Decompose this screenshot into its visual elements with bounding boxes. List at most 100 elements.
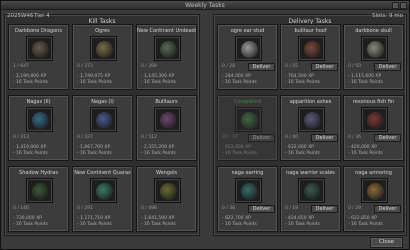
dragon-icon bbox=[32, 41, 49, 58]
task-progress: 0 / 291 bbox=[77, 206, 93, 211]
task-name: New Continent Quaras bbox=[74, 170, 131, 176]
task-xp: - 822,700 XP bbox=[222, 216, 251, 221]
delivery-task-card[interactable]: resonous fish fin 0 / 36 Deliver - 420,000 … bbox=[343, 95, 404, 161]
task-xp: - 2,355,200 XP bbox=[141, 145, 175, 150]
task-xp: - 1,145,300 XP bbox=[141, 74, 175, 79]
kill-task-card[interactable]: Bulltaurs 0 / 512 - 2,355,200 XP - 16 Task … bbox=[136, 95, 197, 161]
task-progress: 0 / 38 bbox=[222, 206, 235, 211]
task-progress: 0 / 40 bbox=[285, 135, 298, 140]
task-xp: - 420,000 XP bbox=[348, 145, 377, 150]
kill-task-card[interactable]: Darkbone Dragons 1 / 647 - 2,199,800 XP - 1… bbox=[8, 24, 69, 90]
task-name: naga earring bbox=[231, 170, 264, 176]
task-name: darkbone skull bbox=[355, 28, 392, 34]
deliver-button[interactable]: Deliver bbox=[311, 63, 338, 71]
task-image bbox=[26, 178, 53, 203]
task-points: - 16 Task Points bbox=[348, 151, 383, 156]
task-image bbox=[361, 36, 388, 61]
task-points: - 16 Task Points bbox=[13, 151, 48, 156]
task-xp: - 622,850 XP bbox=[348, 216, 377, 221]
ashes-icon bbox=[304, 112, 321, 129]
ring-icon bbox=[241, 41, 258, 58]
task-progress: 0 / 36 bbox=[348, 135, 361, 140]
delivery-task-card[interactable]: darkbone skull 0 / 50 Deliver - 1,115,600 X… bbox=[343, 24, 404, 90]
gem-icon bbox=[241, 112, 258, 129]
task-image bbox=[235, 36, 262, 61]
hoof-icon bbox=[304, 41, 321, 58]
deliver-button[interactable]: Deliver bbox=[374, 134, 401, 142]
kill-task-card[interactable]: Nagas (I) 0 / 327 - 1,667,700 XP - 16 Task … bbox=[72, 95, 133, 161]
task-image bbox=[154, 36, 181, 61]
delivery-task-card[interactable]: apparition ashes 0 / 40 Deliver - 632,000 X… bbox=[280, 95, 341, 161]
task-image bbox=[154, 107, 181, 132]
task-xp: - 1,115,600 XP bbox=[348, 74, 382, 79]
deliver-button[interactable]: Deliver bbox=[248, 63, 275, 71]
task-progress: 0 / 313 bbox=[13, 135, 29, 140]
window-title: Weekly Tasks bbox=[185, 2, 225, 9]
task-points: - 16 Task Points bbox=[285, 151, 320, 156]
wengol-icon bbox=[160, 183, 177, 200]
task-xp: - 1,749,975 XP bbox=[77, 74, 111, 79]
task-points: - 16 Task Points bbox=[141, 80, 176, 85]
bulltaur-icon bbox=[160, 112, 177, 129]
task-points: - 16 Task Points bbox=[141, 151, 176, 156]
earring-icon bbox=[241, 183, 258, 200]
close-button[interactable]: Close bbox=[370, 237, 403, 248]
task-points: - 16 Task Points bbox=[285, 222, 320, 227]
close-icon[interactable] bbox=[400, 2, 407, 9]
kill-task-card[interactable]: Shadow Hydras 0 / 146 - 730,000 XP - 16 Tas… bbox=[8, 166, 69, 232]
kill-task-card[interactable]: New Continent Undeads 0 / 399 - 1,145,300 … bbox=[136, 24, 197, 90]
task-image bbox=[90, 36, 117, 61]
task-points: - 16 Task Points bbox=[77, 80, 112, 85]
fin-icon bbox=[367, 112, 384, 129]
deliver-button[interactable]: Deliver bbox=[311, 134, 338, 142]
deliver-button[interactable]: Deliver bbox=[374, 63, 401, 71]
task-progress: 0 / 327 bbox=[77, 135, 93, 140]
kill-task-card[interactable]: Ogres 0 / 373 - 1,749,975 XP - 16 Task Poin… bbox=[72, 24, 133, 90]
kill-task-card[interactable]: New Continent Quaras 0 / 291 - 1,171,719 X… bbox=[72, 166, 133, 232]
task-xp: - 284,000 XP bbox=[222, 74, 251, 79]
task-xp: - 1,641,500 XP bbox=[141, 216, 175, 221]
quara-icon bbox=[96, 183, 113, 200]
minimize-icon[interactable] bbox=[392, 2, 399, 9]
kill-task-card[interactable]: Wengols 0 / 498 - 1,641,500 XP - 16 Task Po… bbox=[136, 166, 197, 232]
weekly-tasks-window: Weekly Tasks Kill Tasks Delivery Tasks 2… bbox=[0, 0, 410, 250]
slots-label: Slots: 9 mo bbox=[372, 13, 403, 19]
task-xp: - 1,171,719 XP bbox=[77, 216, 111, 221]
task-name: ogre ear stud bbox=[230, 28, 265, 34]
skull-icon bbox=[367, 41, 384, 58]
task-progress: 0 / 28 bbox=[222, 64, 235, 69]
delivery-task-card[interactable]: bulltaur hoof 0 / 55 Deliver - 764,500 XP - … bbox=[280, 24, 341, 90]
task-name: New Continent Undeads bbox=[137, 28, 196, 34]
delivery-task-card[interactable]: ogre ear stud 0 / 28 Deliver - 284,000 XP - … bbox=[217, 24, 278, 90]
scales-icon bbox=[304, 183, 321, 200]
task-xp: - 764,500 XP bbox=[285, 74, 314, 79]
task-progress: 0 / 373 bbox=[77, 64, 93, 69]
task-image bbox=[154, 178, 181, 203]
undead-icon bbox=[160, 41, 177, 58]
ogre-icon bbox=[96, 41, 113, 58]
delivery-task-card[interactable]: naga earring 0 / 38 Deliver - 822,700 XP - 1… bbox=[217, 166, 278, 232]
task-image bbox=[298, 178, 325, 203]
deliver-button[interactable]: Deliver bbox=[374, 205, 401, 213]
task-progress: 0 / 55 bbox=[285, 64, 298, 69]
kill-task-card[interactable]: Nagas (II) 0 / 313 - 1,419,000 XP - 16 Task… bbox=[8, 95, 69, 161]
deliver-button[interactable]: Deliver bbox=[311, 205, 338, 213]
task-points: - 16 Task Points bbox=[222, 222, 257, 227]
task-name: Completed bbox=[233, 99, 262, 105]
task-name: Ogres bbox=[95, 28, 110, 34]
task-name: naga armoring bbox=[355, 170, 392, 176]
task-progress: 0 / 146 bbox=[13, 206, 29, 211]
deliver-button[interactable]: Deliver bbox=[248, 134, 275, 142]
task-image bbox=[26, 107, 53, 132]
task-points: - 16 Task Points bbox=[285, 80, 320, 85]
tier-label: Tier 4 bbox=[34, 13, 50, 19]
window-titlebar[interactable]: Weekly Tasks bbox=[1, 1, 409, 10]
deliver-button[interactable]: Deliver bbox=[248, 205, 275, 213]
info-bar: 2025W46 Tier 4 Slots: 9 mo bbox=[4, 12, 406, 21]
delivery-task-card[interactable]: naga warrior scales 0 / 19 Deliver - 424,65… bbox=[280, 166, 341, 232]
task-name: apparition ashes bbox=[289, 99, 332, 105]
delivery-task-card[interactable]: naga armoring 0 / 29 Deliver - 622,850 XP - … bbox=[343, 166, 404, 232]
task-progress: 0 / 399 bbox=[141, 64, 157, 69]
delivery-task-card[interactable]: Completed 37 / 37 Deliver - 652,000 XP - 16 … bbox=[217, 95, 278, 161]
task-image bbox=[298, 36, 325, 61]
